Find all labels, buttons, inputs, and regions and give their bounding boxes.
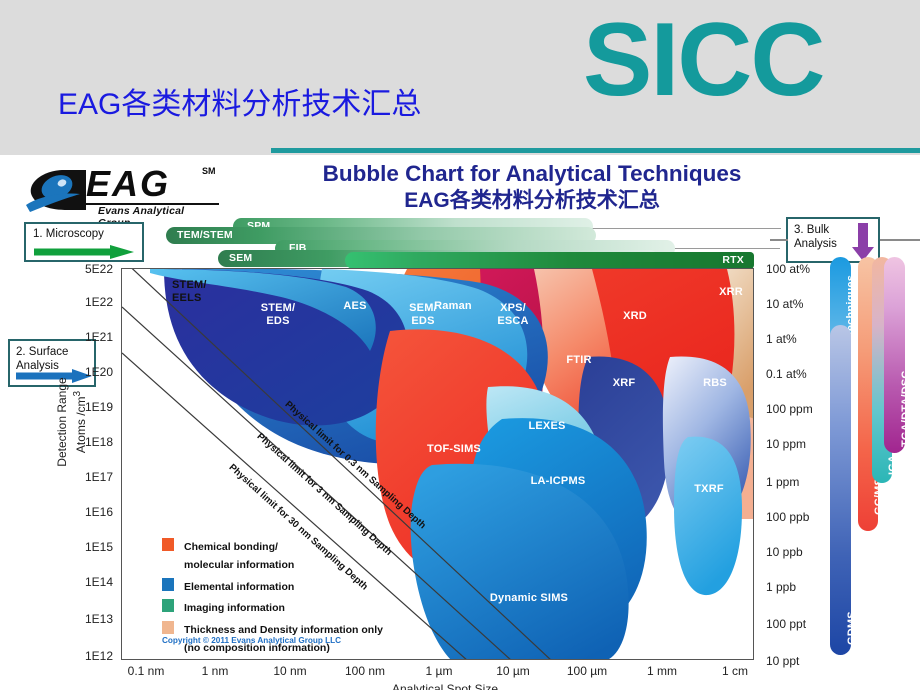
ytick-1: 1E22 bbox=[84, 295, 113, 309]
ytick-11: 1E12 bbox=[84, 649, 113, 663]
y2tick-2: 1 at% bbox=[766, 332, 797, 346]
bubble-chart-panel: EAG SM Evans Analytical Group Bubble Cha… bbox=[0, 155, 920, 690]
y2tick-1: 10 at% bbox=[766, 297, 804, 311]
y2tick-5: 10 ppm bbox=[766, 437, 807, 451]
plot-area: Physical limit for 0.3 nm Sampling Depth… bbox=[121, 268, 754, 660]
slide-header: SICC EAG各类材料分析技术汇总 bbox=[0, 0, 920, 155]
legend-swatch-chemical bbox=[162, 538, 174, 551]
xtick-1: 1 nm bbox=[201, 664, 229, 678]
legend-row-chemical: Chemical bonding/ molecular information bbox=[162, 537, 432, 573]
ytick-2: 1E21 bbox=[84, 330, 113, 344]
xtick-4: 1 µm bbox=[425, 664, 453, 678]
chart-title-en: Bubble Chart for Analytical Techniques bbox=[322, 161, 742, 186]
y2tick-3: 0.1 at% bbox=[766, 367, 807, 381]
chart-title-cn: EAG各类材料分析技术汇总 bbox=[404, 189, 660, 212]
bubble-label-stem-eds: STEM/ EDS bbox=[260, 302, 296, 327]
header-divider bbox=[271, 148, 920, 153]
xtick-0: 0.1 nm bbox=[127, 664, 165, 678]
legend-swatch-imaging bbox=[162, 599, 174, 612]
eag-logo: EAG SM Evans Analytical Group bbox=[24, 162, 219, 229]
technique-bar-rtx-label: RTX bbox=[722, 254, 744, 266]
vertical-bar-iga-label: IGA bbox=[887, 454, 899, 475]
xtick-7: 1 mm bbox=[647, 664, 677, 678]
y2tick-6: 1 ppm bbox=[766, 475, 800, 489]
bubble-label-xrd: XRD bbox=[623, 310, 647, 322]
ytick-9: 1E14 bbox=[84, 575, 113, 589]
bubble-label-txrf: TXRF bbox=[694, 483, 724, 495]
vertical-bar-tga: TGA/DTA/DSC bbox=[884, 257, 912, 453]
y2tick-9: 1 ppb bbox=[766, 580, 797, 594]
bulk-leader-left bbox=[770, 239, 788, 241]
copyright-text: Copyright © 2011 Evans Analytical Group … bbox=[162, 636, 342, 645]
callout-microscopy: 1. Microscopy bbox=[24, 222, 144, 262]
vertical-bar-gcms-label: GC/MS bbox=[873, 477, 885, 515]
y2tick-7: 100 ppb bbox=[766, 510, 810, 524]
eag-servicemark: SM bbox=[202, 166, 216, 176]
technique-bar-rtx: RTX bbox=[345, 252, 754, 269]
bubble-label-xps-esca: XPS/ ESCA bbox=[497, 302, 529, 327]
y2tick-11: 10 ppt bbox=[766, 654, 800, 668]
eag-logo-text: EAG bbox=[86, 163, 171, 204]
xtick-6: 100 µm bbox=[566, 664, 608, 678]
xtick-5: 10 µm bbox=[496, 664, 530, 678]
vertical-bar-gdms: GDMS bbox=[830, 325, 858, 655]
bubble-label-rbs: RBS bbox=[703, 377, 727, 389]
legend-label-chemical: Chemical bonding/ molecular information bbox=[184, 541, 295, 571]
legend-row-imaging: Imaging information bbox=[162, 598, 432, 616]
bubble-label-aes: AES bbox=[343, 300, 367, 312]
bubble-label-la-icpms: LA-ICPMS bbox=[530, 475, 586, 487]
y2tick-8: 10 ppb bbox=[766, 545, 803, 559]
technique-bar-sem-label: SEM bbox=[229, 252, 253, 264]
legend-row-physical: Physical Properties bbox=[162, 659, 432, 660]
ytick-7: 1E16 bbox=[84, 505, 113, 519]
legend-swatch-thickness bbox=[162, 620, 174, 634]
arrow-right-icon bbox=[34, 245, 134, 259]
y2tick-4: 100 ppm bbox=[766, 402, 813, 416]
ytick-0: 5E22 bbox=[84, 262, 113, 276]
xtick-2: 10 nm bbox=[273, 664, 307, 678]
bubble-label-tof-sims: TOF-SIMS bbox=[427, 443, 481, 455]
callout-bulk-label: 3. Bulk Analysis bbox=[794, 224, 837, 250]
callout-microscopy-label: 1. Microscopy bbox=[33, 228, 104, 240]
technique-bar-tem-stem-label: TEM/STEM bbox=[177, 229, 233, 241]
bubble-label-lexes: LEXES bbox=[528, 420, 566, 432]
legend-label-imaging: Imaging information bbox=[184, 602, 285, 614]
xtick-3: 100 nm bbox=[344, 664, 386, 678]
bubble-label-ftir: FTIR bbox=[566, 354, 592, 366]
legend-row-elemental: Elemental information bbox=[162, 577, 432, 595]
y-axis-label: Detection Range Atoms /cm3 bbox=[55, 377, 88, 467]
vertical-bar-gdms-label: GDMS bbox=[846, 611, 858, 645]
arrow-down-icon bbox=[852, 223, 874, 261]
ytick-8: 1E15 bbox=[84, 540, 113, 554]
bubble-label-dynamic-sims: Dynamic SIMS bbox=[489, 592, 569, 604]
slide-root: SICC EAG各类材料分析技术汇总 EAG SM Evans Analytic… bbox=[0, 0, 920, 690]
legend-label-elemental: Elemental information bbox=[184, 580, 295, 593]
bulk-leader-right bbox=[880, 239, 920, 241]
bubble-label-raman: Raman bbox=[434, 300, 472, 312]
legend-swatch-elemental bbox=[162, 577, 174, 591]
bubble-label-stem-eels: STEM/ EELS bbox=[172, 279, 207, 304]
x-axis-label: Analytical Spot Size bbox=[391, 682, 499, 690]
y2tick-0: 100 at% bbox=[766, 262, 811, 276]
bubble-label-xrf: XRF bbox=[612, 377, 636, 389]
y2tick-10: 100 ppt bbox=[766, 617, 807, 631]
ytick-10: 1E13 bbox=[84, 612, 113, 626]
bubble-label-xrr: XRR bbox=[719, 286, 743, 298]
brand-logo-sicc: SICC bbox=[583, 2, 825, 118]
vertical-bar-tga-label: TGA/DTA/DSC bbox=[900, 370, 912, 447]
slide-title-cn: EAG各类材料分析技术汇总 bbox=[58, 88, 422, 121]
xtick-8: 1 cm bbox=[721, 664, 748, 678]
